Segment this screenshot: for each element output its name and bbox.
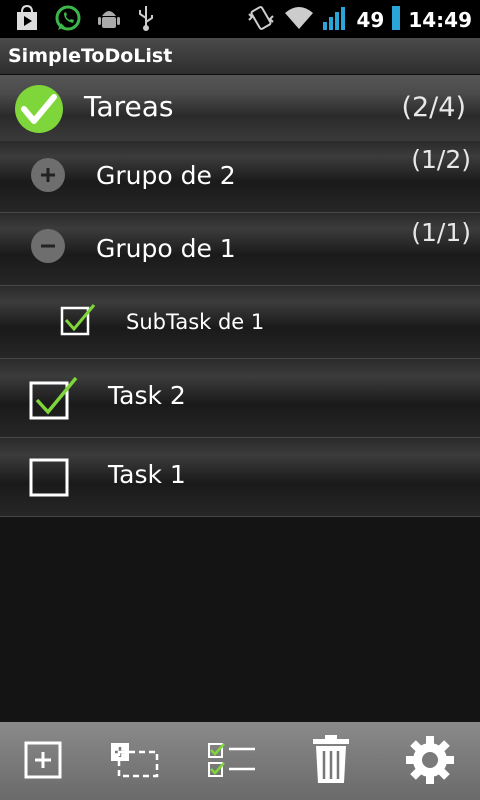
checklist-icon xyxy=(205,740,259,784)
trash-icon xyxy=(311,735,351,789)
check-circle-icon xyxy=(14,84,64,138)
gear-icon xyxy=(405,735,455,789)
app-title: SimpleToDoList xyxy=(8,45,173,67)
check-list-button[interactable] xyxy=(202,732,262,792)
android-debug-icon xyxy=(96,4,122,36)
group-row-grupo-de-2[interactable]: Grupo de 2 (1/2) xyxy=(0,141,480,213)
list-header-row[interactable]: Tareas (2/4) xyxy=(0,75,480,141)
subtask-row[interactable]: SubTask de 1 xyxy=(0,286,480,359)
add-group-icon xyxy=(107,740,161,784)
list-progress: (2/4) xyxy=(401,92,466,123)
subtask-checkbox-checked[interactable] xyxy=(60,300,100,342)
group-label: Grupo de 2 xyxy=(96,161,236,190)
vibrate-icon xyxy=(246,4,276,36)
battery-level: 49 xyxy=(356,8,385,32)
add-group-button[interactable] xyxy=(104,732,164,792)
group-progress: (1/1) xyxy=(411,218,471,247)
collapse-minus-icon[interactable] xyxy=(30,228,66,268)
expand-plus-icon[interactable] xyxy=(30,157,66,197)
task-label: Task 1 xyxy=(108,460,186,489)
task-label: Task 2 xyxy=(108,381,186,410)
usb-icon xyxy=(136,4,156,36)
task-checkbox-unchecked[interactable] xyxy=(28,454,80,504)
add-task-button[interactable] xyxy=(13,732,73,792)
group-label: Grupo de 1 xyxy=(96,234,236,263)
play-store-icon xyxy=(14,4,40,36)
group-progress: (1/2) xyxy=(411,145,471,174)
clock: 14:49 xyxy=(408,8,472,32)
delete-button[interactable] xyxy=(301,732,361,792)
bottom-toolbar xyxy=(0,722,480,800)
signal-icon xyxy=(322,4,348,36)
subtask-label: SubTask de 1 xyxy=(126,310,265,334)
app-title-bar: SimpleToDoList xyxy=(0,38,480,75)
task-checkbox-checked[interactable] xyxy=(28,375,80,425)
wifi-icon xyxy=(284,5,314,35)
status-bar: 49 14:49 xyxy=(0,0,480,38)
settings-button[interactable] xyxy=(400,732,460,792)
whatsapp-icon xyxy=(54,4,82,36)
task-row-task-1[interactable]: Task 1 xyxy=(0,438,480,517)
battery-icon xyxy=(392,4,401,36)
task-row-task-2[interactable]: Task 2 xyxy=(0,359,480,438)
plus-box-icon xyxy=(23,740,63,784)
group-row-grupo-de-1[interactable]: Grupo de 1 (1/1) xyxy=(0,213,480,286)
list-title: Tareas xyxy=(84,90,174,123)
